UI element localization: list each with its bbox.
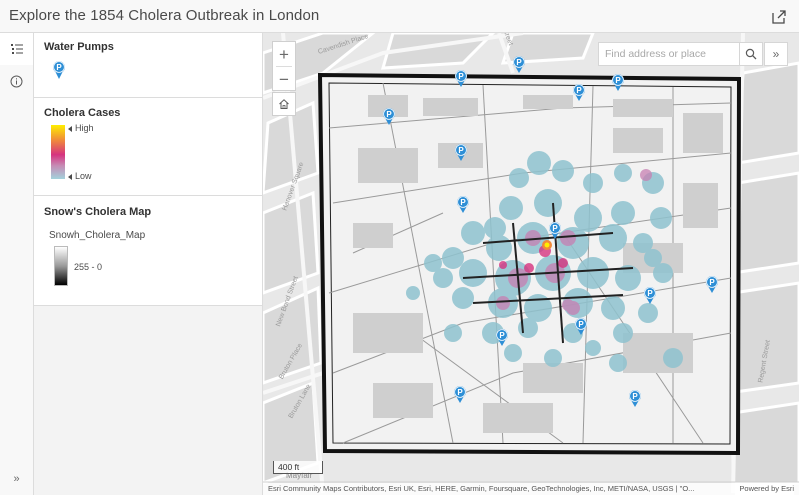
home-icon (279, 99, 289, 109)
legend-title-pumps: Water Pumps (44, 41, 114, 53)
map-view[interactable]: PPPPPPPPPPPPPP Cavendish Place Hanover S… (263, 33, 799, 495)
search-input[interactable] (598, 42, 740, 66)
zoom-in-button[interactable]: + (273, 42, 295, 66)
snow-layer-name: Snowh_Cholera_Map (49, 230, 146, 241)
pump-pin-letter: P (615, 76, 621, 85)
ramp-low-label: Low (75, 171, 92, 181)
pump-pin-letter: P (499, 331, 505, 340)
search-button[interactable] (740, 42, 763, 66)
zoom-out-button[interactable]: − (273, 67, 295, 91)
heat-color-ramp (51, 125, 65, 179)
scale-bar: 400 ft (273, 461, 323, 474)
attribution-text: Esri Community Maps Contributors, Esri U… (268, 484, 695, 493)
pump-pin-letter: P (460, 198, 466, 207)
info-tab-button[interactable] (0, 65, 33, 97)
pump-pin-letter: P (552, 224, 558, 233)
legend-title-cases: Cholera Cases (44, 107, 121, 119)
map-attribution[interactable]: Esri Community Maps Contributors, Esri U… (263, 483, 799, 495)
info-icon (10, 75, 23, 87)
pump-pin-letter: P (458, 72, 464, 81)
zoom-controls: + − (272, 41, 296, 91)
basemap: P P P P P P P P P P P P P P (263, 33, 799, 495)
app-header: Explore the 1854 Cholera Outbreak in Lon… (0, 0, 799, 33)
share-button[interactable] (769, 7, 789, 27)
powered-by-esri[interactable]: Powered by Esri (735, 483, 794, 495)
grayscale-ramp (54, 246, 68, 286)
ramp-high-tick (68, 126, 72, 132)
legend-cholera-cases: Cholera Cases High Low (34, 98, 262, 196)
pump-pin-icon: P (53, 61, 65, 79)
legend-water-pumps: Water Pumps P (34, 33, 262, 98)
grayscale-range-label: 255 - 0 (74, 262, 103, 272)
pump-pin-letter: P (576, 86, 582, 95)
pump-pin-letter: P (647, 289, 653, 298)
legend-tab-button[interactable] (0, 33, 33, 65)
search-icon (745, 48, 757, 60)
pump-pin-letter: P (578, 320, 584, 329)
pump-pin-letter: P (709, 278, 715, 287)
pump-pin-letter: P (458, 146, 464, 155)
pump-pin-letter: P (516, 58, 522, 67)
ramp-high-label: High (75, 123, 94, 133)
side-rail: » (0, 33, 34, 495)
pump-pin-letter: P (56, 63, 62, 72)
app-title: Explore the 1854 Cholera Outbreak in Lon… (9, 7, 320, 24)
home-button[interactable] (272, 92, 296, 116)
ramp-low-tick (68, 174, 72, 180)
pump-pin-letter: P (632, 392, 638, 401)
expand-panel-button[interactable]: » (0, 473, 33, 485)
share-icon (772, 10, 786, 24)
collapse-search-button[interactable]: » (764, 42, 788, 66)
legend-title-snow: Snow's Cholera Map (44, 206, 152, 218)
pump-pin-letter: P (386, 110, 392, 119)
legend-list-icon (10, 44, 23, 54)
legend-snow-map: Snow's Cholera Map Snowh_Cholera_Map 255… (34, 196, 262, 306)
pump-pin-letter: P (457, 388, 463, 397)
legend-panel: Water Pumps P Cholera Cases High Low Sno… (34, 33, 263, 495)
